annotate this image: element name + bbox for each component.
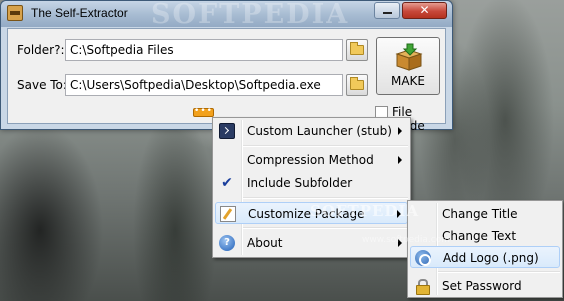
browse-save-button[interactable]	[346, 74, 368, 96]
softpedia-watermark: SOFTPEDIA	[310, 202, 420, 220]
submenu-item-add-logo[interactable]: Add Logo (.png)	[410, 246, 560, 268]
about-icon: ?	[219, 235, 235, 251]
save-to-field[interactable]: C:\Users\Softpedia\Desktop\Softpedia.exe	[65, 74, 343, 96]
checkmark-icon: ✔	[221, 175, 233, 191]
folder-save-icon	[350, 77, 364, 90]
submenu-separator	[438, 271, 560, 273]
close-button[interactable]: ✕	[402, 2, 447, 19]
titlebar-watermark: SOFTPEDIA	[151, 0, 350, 30]
submenu-item-change-title[interactable]: Change Title	[410, 203, 560, 225]
submenu-arrow-icon	[398, 127, 402, 135]
menu-item-compression-method[interactable]: Compression Method	[215, 149, 408, 171]
menu-separator	[243, 145, 408, 147]
submenu-item-set-password[interactable]: Set Password	[410, 275, 560, 297]
window-client-area: Folder?: C:\Softpedia Files Save To: C:\…	[7, 28, 446, 133]
folder-label: Folder?:	[17, 43, 65, 57]
menu-item-label: Include Subfolder	[247, 176, 353, 190]
make-button[interactable]: MAKE	[376, 37, 440, 95]
menu-item-label: About	[247, 236, 283, 250]
pencil-icon	[220, 206, 236, 222]
folder-field[interactable]: C:\Softpedia Files	[65, 39, 343, 61]
menu-grip-button[interactable]: •••	[193, 107, 214, 117]
terminal-icon	[219, 123, 235, 139]
submenu-item-label: Change Text	[442, 229, 517, 243]
save-to-label: Save To:	[17, 78, 67, 92]
softpedia-url-watermark: www.softpedia.com	[362, 235, 450, 245]
submenu-item-label: Add Logo (.png)	[443, 251, 539, 265]
submenu-item-label: Change Title	[442, 207, 518, 221]
submenu-arrow-icon	[398, 156, 402, 164]
desktop-background: The Self-Extractor SOFTPEDIA ✕ Folder?: …	[0, 0, 564, 301]
menu-item-custom-launcher[interactable]: Custom Launcher (stub)	[215, 120, 408, 142]
submenu-item-label: Set Password	[442, 279, 522, 293]
lock-icon	[414, 278, 430, 295]
package-icon	[395, 43, 423, 71]
self-extractor-window: The Self-Extractor SOFTPEDIA ✕ Folder?: …	[0, 0, 453, 133]
menu-separator	[243, 197, 408, 199]
menu-item-include-subfolder[interactable]: ✔ Include Subfolder	[215, 172, 408, 194]
folder-icon	[350, 42, 364, 55]
title-bar[interactable]: The Self-Extractor SOFTPEDIA ✕	[1, 0, 452, 30]
window-title: The Self-Extractor	[31, 6, 128, 20]
menu-item-label: Compression Method	[247, 153, 374, 167]
box-app-icon	[7, 5, 23, 21]
customize-package-submenu: Change Title Change Text Add Logo (.png)…	[407, 200, 563, 298]
browse-folder-button[interactable]	[346, 39, 368, 61]
make-label: MAKE	[390, 74, 425, 88]
menu-separator	[243, 227, 408, 229]
menu-item-label: Custom Launcher (stub)	[247, 124, 392, 138]
logo-icon	[415, 250, 431, 266]
minimize-button[interactable]	[374, 2, 400, 19]
